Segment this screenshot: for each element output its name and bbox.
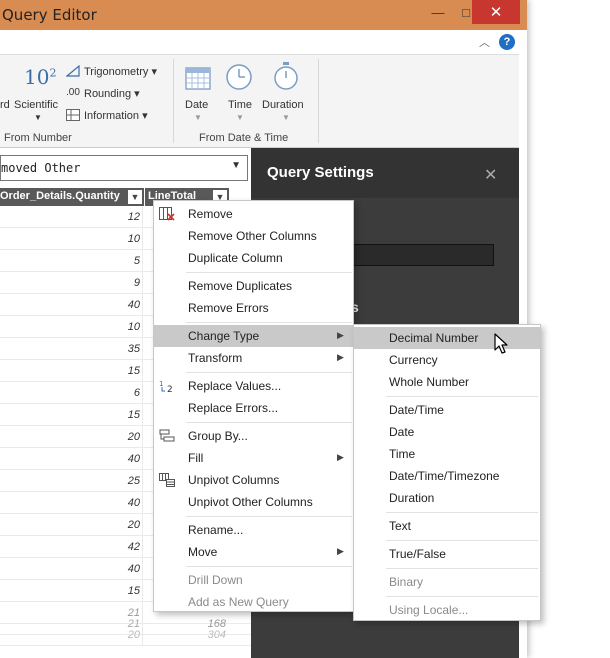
- menu-item-remove-other-columns[interactable]: Remove Other Columns: [154, 225, 353, 247]
- change-type-submenu: Decimal Number Currency Whole Number Dat…: [353, 324, 541, 621]
- ribbon-separator: [318, 59, 319, 143]
- type-text[interactable]: Text: [354, 515, 540, 537]
- type-using-locale[interactable]: Using Locale...: [354, 599, 540, 621]
- time-button[interactable]: Time: [228, 99, 252, 111]
- column-context-menu: Remove Remove Other Columns Duplicate Co…: [153, 200, 354, 612]
- ribbon: rd 102 Scientific ▼ Trigonometry ▾ .00 R…: [0, 54, 519, 148]
- menu-separator: [386, 568, 538, 569]
- submenu-arrow-icon: ▶: [337, 452, 344, 462]
- table-row[interactable]: 20 304: [0, 624, 251, 646]
- information-icon: [66, 109, 80, 121]
- type-duration[interactable]: Duration: [354, 487, 540, 509]
- title-bar: Query Editor — □ ✕: [0, 0, 527, 30]
- formula-expand-icon[interactable]: ▼: [231, 160, 241, 171]
- menu-item-add-as-new-query[interactable]: Add as New Query: [154, 591, 353, 613]
- date-dropdown-icon[interactable]: ▼: [194, 113, 202, 122]
- query-name-input[interactable]: [351, 244, 494, 266]
- query-settings-title: Query Settings: [267, 164, 374, 181]
- menu-item-drill-down[interactable]: Drill Down: [154, 569, 353, 591]
- menu-separator: [386, 512, 538, 513]
- column-filter-icon[interactable]: ▼: [128, 190, 142, 204]
- svg-text:2: 2: [167, 385, 173, 393]
- trigonometry-icon: [66, 65, 80, 77]
- type-date-time-timezone[interactable]: Date/Time/Timezone: [354, 465, 540, 487]
- query-settings-header: Query Settings ✕: [251, 148, 519, 198]
- help-icon[interactable]: ?: [499, 34, 515, 50]
- menu-separator: [186, 372, 352, 373]
- svg-text:1: 1: [159, 380, 163, 388]
- menu-separator: [186, 422, 352, 423]
- minimize-button[interactable]: —: [424, 0, 452, 24]
- duration-dropdown-icon[interactable]: ▼: [282, 113, 290, 122]
- window-title: Query Editor: [2, 6, 97, 24]
- type-time[interactable]: Time: [354, 443, 540, 465]
- scientific-button[interactable]: Scientific: [14, 99, 58, 111]
- duration-button[interactable]: Duration: [262, 99, 304, 111]
- trigonometry-button[interactable]: Trigonometry ▾: [84, 65, 157, 78]
- close-settings-icon[interactable]: ✕: [484, 165, 497, 185]
- menu-separator: [186, 322, 352, 323]
- menu-item-rename[interactable]: Rename...: [154, 519, 353, 541]
- rounding-button[interactable]: Rounding ▾: [84, 87, 140, 100]
- calendar-icon: [185, 67, 211, 90]
- menu-item-remove-errors[interactable]: Remove Errors: [154, 297, 353, 319]
- scientific-icon: 102: [24, 65, 57, 89]
- menu-separator: [186, 566, 352, 567]
- menu-separator: [186, 272, 352, 273]
- scientific-dropdown-icon[interactable]: ▼: [34, 113, 42, 122]
- menu-separator: [386, 540, 538, 541]
- type-decimal-number[interactable]: Decimal Number: [354, 327, 540, 349]
- replace-values-icon: 1 2: [159, 380, 173, 393]
- collapse-ribbon-icon[interactable]: ︿: [479, 34, 490, 50]
- type-whole-number[interactable]: Whole Number: [354, 371, 540, 393]
- ribbon-separator: [173, 59, 174, 143]
- menu-item-fill[interactable]: Fill ▶: [154, 447, 353, 469]
- menu-item-duplicate-column[interactable]: Duplicate Column: [154, 247, 353, 269]
- menu-item-remove[interactable]: Remove: [154, 203, 353, 225]
- close-button[interactable]: ✕: [472, 0, 520, 24]
- menu-separator: [186, 516, 352, 517]
- date-button[interactable]: Date: [185, 99, 208, 111]
- menu-separator: [386, 396, 538, 397]
- menu-item-unpivot-other-columns[interactable]: Unpivot Other Columns: [154, 491, 353, 513]
- menu-item-remove-duplicates[interactable]: Remove Duplicates: [154, 275, 353, 297]
- type-date-time[interactable]: Date/Time: [354, 399, 540, 421]
- submenu-arrow-icon: ▶: [337, 330, 344, 340]
- type-true-false[interactable]: True/False: [354, 543, 540, 565]
- group-by-icon: [159, 429, 175, 442]
- formula-bar[interactable]: moved Other ▼: [0, 155, 248, 181]
- from-date-time-group-label: From Date & Time: [199, 132, 289, 144]
- rounding-icon: .00: [66, 87, 80, 98]
- menu-separator: [386, 596, 538, 597]
- clock-icon: [226, 64, 252, 90]
- information-button[interactable]: Information ▾: [84, 109, 148, 122]
- menu-item-group-by[interactable]: Group By...: [154, 425, 353, 447]
- menu-item-unpivot-columns[interactable]: Unpivot Columns: [154, 469, 353, 491]
- mouse-cursor-icon: [494, 333, 508, 354]
- type-date[interactable]: Date: [354, 421, 540, 443]
- standard-button-partial[interactable]: rd: [0, 99, 10, 111]
- menu-item-change-type[interactable]: Change Type ▶: [154, 325, 353, 347]
- stopwatch-icon: [274, 62, 298, 90]
- menu-item-replace-values[interactable]: 1 2 Replace Values...: [154, 375, 353, 397]
- menu-item-replace-errors[interactable]: Replace Errors...: [154, 397, 353, 419]
- submenu-arrow-icon: ▶: [337, 546, 344, 556]
- unpivot-icon: [159, 473, 175, 487]
- menu-item-transform[interactable]: Transform ▶: [154, 347, 353, 369]
- type-binary[interactable]: Binary: [354, 571, 540, 593]
- time-dropdown-icon[interactable]: ▼: [236, 113, 244, 122]
- type-currency[interactable]: Currency: [354, 349, 540, 371]
- menu-item-move[interactable]: Move ▶: [154, 541, 353, 563]
- help-bar: ︿ ?: [0, 30, 527, 54]
- from-number-group-label: From Number: [4, 132, 72, 144]
- column-header-quantity[interactable]: Order_Details.Quantity ▼: [0, 188, 144, 206]
- formula-text[interactable]: moved Other: [1, 161, 80, 175]
- submenu-arrow-icon: ▶: [337, 352, 344, 362]
- remove-column-icon: [159, 207, 175, 221]
